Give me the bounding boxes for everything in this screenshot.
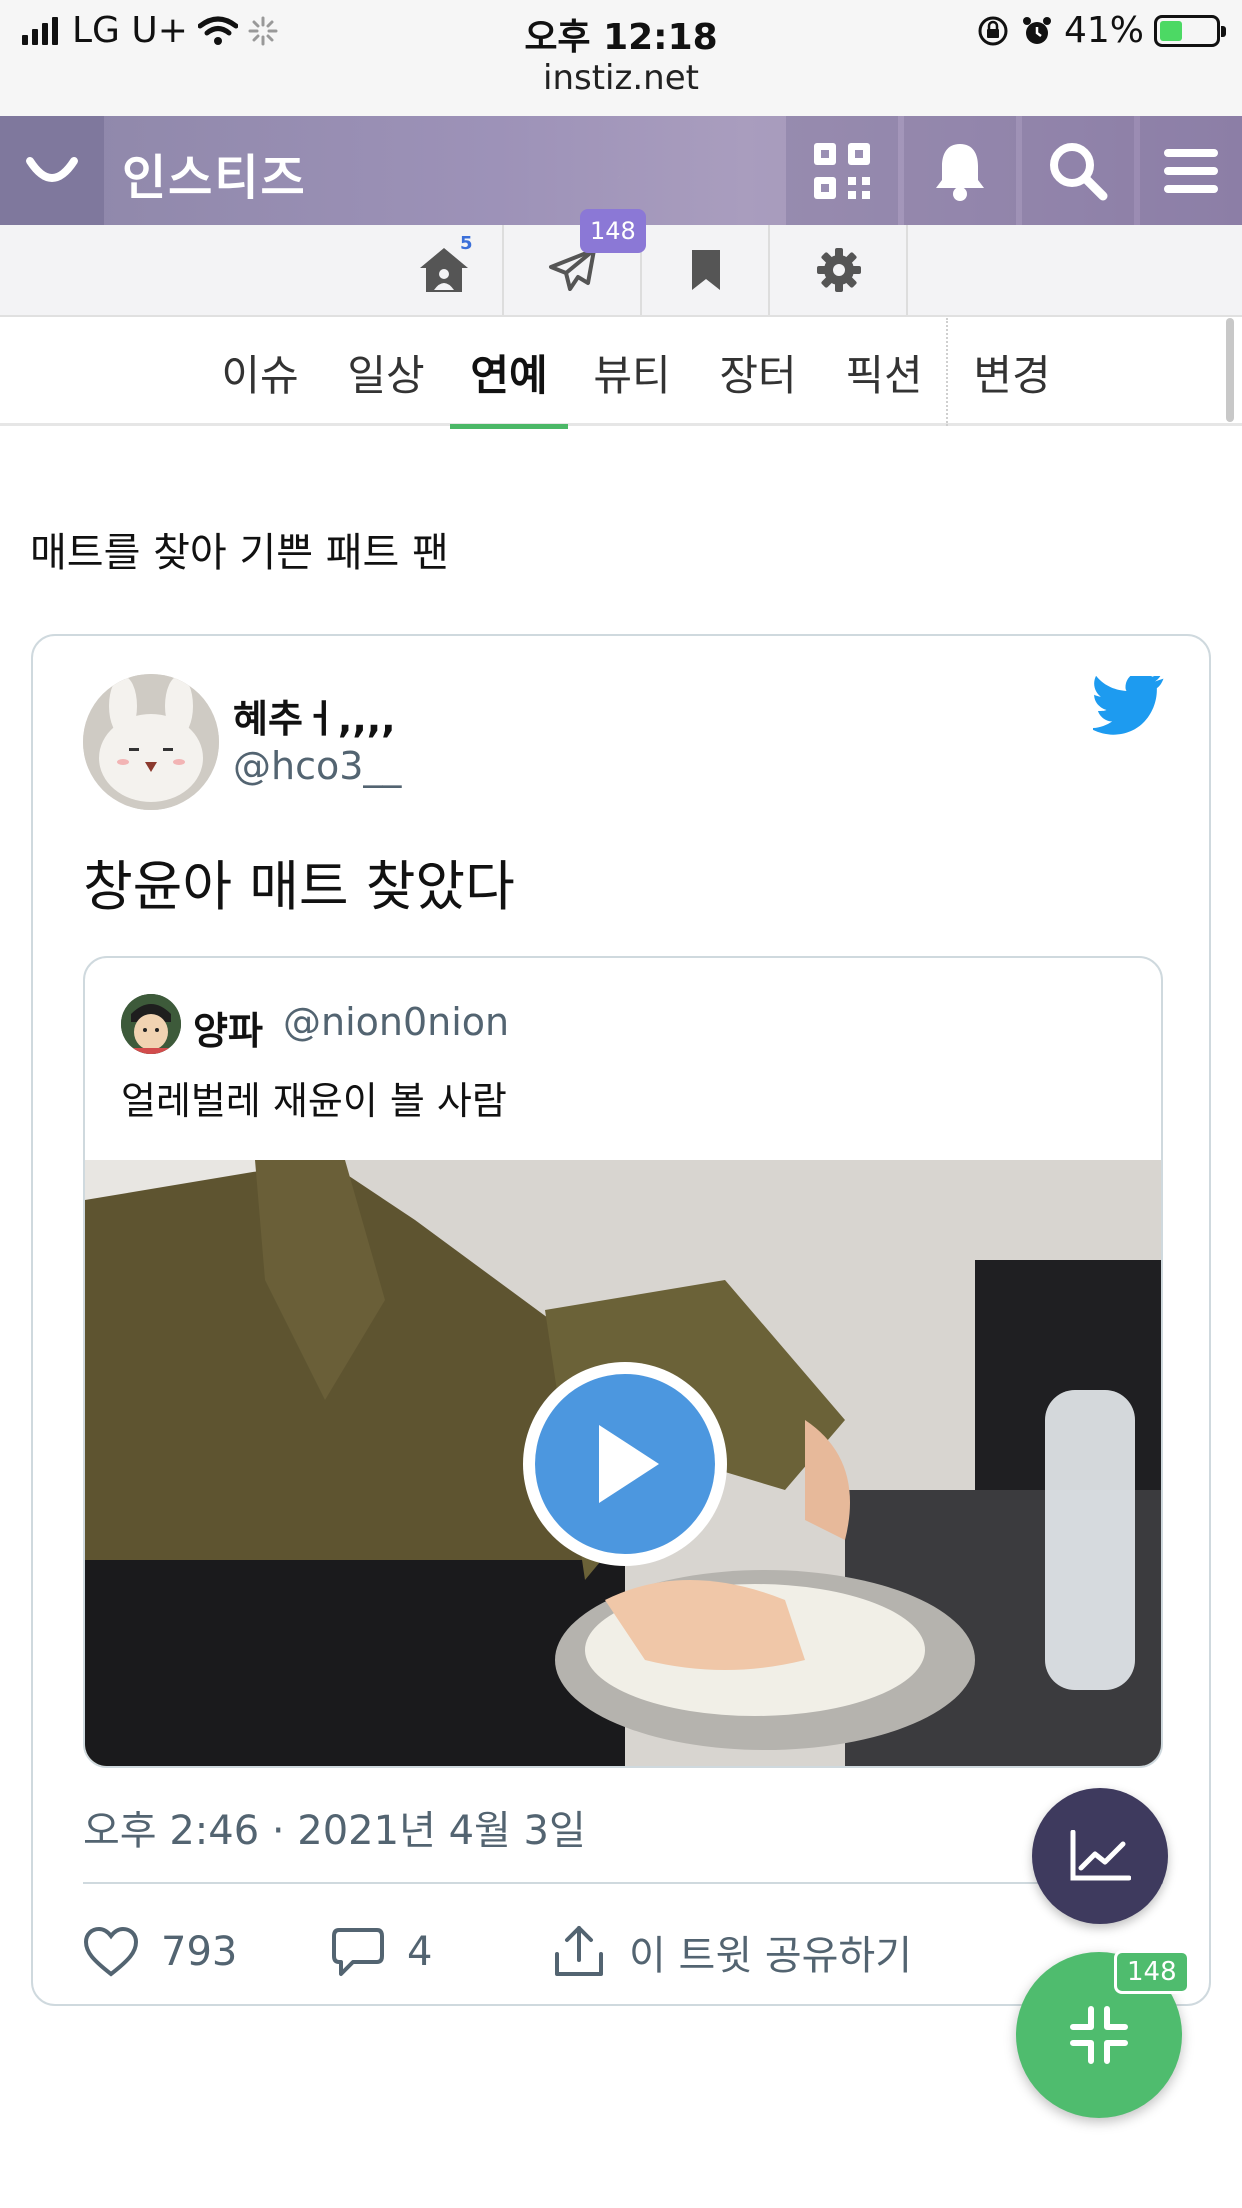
bookmark-icon bbox=[692, 250, 720, 290]
sub-toolbar: 5 148 bbox=[0, 209, 1242, 317]
notifications-button[interactable] bbox=[904, 116, 1016, 225]
trending-chart-icon bbox=[1070, 1830, 1131, 1881]
messages-button[interactable]: 148 bbox=[506, 209, 646, 315]
tweet-author-name[interactable]: 혜추ㅓ,,,, bbox=[233, 688, 396, 743]
play-icon bbox=[535, 1374, 715, 1554]
tweet-timestamp[interactable]: 오후 2:46 · 2021년 4월 3일 bbox=[83, 1798, 586, 1856]
like-count: 793 bbox=[161, 1929, 238, 1975]
collapse-arrows-icon bbox=[1070, 2006, 1128, 2064]
menu-button[interactable] bbox=[1140, 116, 1242, 225]
post-title: 매트를 찾아 기쁜 패트 팬 bbox=[30, 530, 449, 576]
settings-button[interactable] bbox=[772, 225, 908, 315]
status-bar: LG U+ 오후 12:18 instiz.net 41% bbox=[0, 0, 1242, 116]
qr-code-icon bbox=[814, 142, 870, 199]
tab-daily[interactable]: 일상 bbox=[334, 318, 438, 426]
tab-market[interactable]: 장터 bbox=[706, 318, 810, 426]
quote-author-handle[interactable]: @nion0nion bbox=[283, 1000, 509, 1044]
search-button[interactable] bbox=[1022, 116, 1134, 225]
messages-badge: 148 bbox=[580, 209, 646, 253]
avatar[interactable] bbox=[83, 674, 219, 810]
moon-decoration-icon bbox=[600, 156, 624, 182]
reply-button[interactable]: 4 bbox=[331, 1912, 432, 1992]
tab-entertainment[interactable]: 연예 bbox=[450, 318, 568, 429]
share-label: 이 트윗 공유하기 bbox=[629, 1933, 913, 1979]
heart-icon bbox=[83, 1926, 139, 1977]
tabs-scrollbar[interactable] bbox=[1226, 318, 1234, 422]
quote-text: 얼레벌레 재윤이 볼 사람 bbox=[121, 1079, 507, 1123]
twitter-bird-icon[interactable] bbox=[1093, 676, 1165, 736]
alarm-icon bbox=[1022, 16, 1051, 44]
url-label[interactable]: instiz.net bbox=[0, 58, 1242, 98]
home-button[interactable]: 5 bbox=[386, 225, 504, 315]
quote-avatar[interactable] bbox=[121, 994, 181, 1054]
stats-button[interactable] bbox=[1032, 1788, 1168, 1924]
divider bbox=[83, 1882, 1163, 1884]
qr-code-button[interactable] bbox=[786, 116, 898, 225]
bell-icon bbox=[936, 143, 984, 201]
loading-icon[interactable] bbox=[0, 116, 104, 225]
embedded-tweet[interactable]: 혜추ㅓ,,,, @hco3__ 창윤아 매트 찾았다 양파 @nion0nion… bbox=[31, 634, 1211, 2006]
quote-author-name[interactable]: 양파 bbox=[193, 1000, 263, 1055]
tab-beauty[interactable]: 뷰티 bbox=[580, 318, 684, 426]
category-tabs: 이슈 일상 연예 뷰티 장터 픽션 변경 bbox=[0, 318, 1242, 429]
tab-fiction[interactable]: 픽션 bbox=[832, 318, 936, 426]
play-button[interactable] bbox=[523, 1362, 727, 1566]
site-logo[interactable]: 인스티즈 bbox=[122, 138, 307, 208]
share-icon bbox=[555, 1926, 603, 1976]
status-right: 41% bbox=[976, 10, 1226, 51]
battery-fill bbox=[1160, 20, 1183, 41]
tweet-actions: 793 4 이 트윗 공유하기 bbox=[83, 1912, 1163, 1992]
fab-badge: 148 bbox=[1114, 1950, 1190, 1994]
search-icon bbox=[1050, 142, 1108, 200]
paper-plane-icon bbox=[549, 248, 596, 291]
like-button[interactable]: 793 bbox=[83, 1912, 237, 1992]
tab-divider bbox=[946, 318, 948, 426]
tweet-text: 창윤아 매트 찾았다 bbox=[83, 855, 515, 918]
home-count: 5 bbox=[460, 233, 473, 254]
page: LG U+ 오후 12:18 instiz.net 41% 인스티즈 5 148… bbox=[0, 0, 1242, 2208]
quoted-tweet[interactable]: 양파 @nion0nion 얼레벌레 재윤이 볼 사람 bbox=[83, 956, 1163, 1768]
bookmark-button[interactable] bbox=[644, 225, 770, 315]
battery-percent: 41% bbox=[1063, 10, 1144, 51]
tab-issue[interactable]: 이슈 bbox=[208, 318, 312, 426]
tweet-author-handle[interactable]: @hco3__ bbox=[233, 744, 401, 788]
reply-bubble-icon bbox=[332, 1928, 384, 1976]
video-thumbnail[interactable] bbox=[85, 1160, 1161, 1766]
share-tweet-button[interactable]: 이 트윗 공유하기 bbox=[551, 1912, 912, 1992]
reply-count: 4 bbox=[407, 1929, 433, 1975]
menu-icon bbox=[1164, 148, 1218, 193]
battery-icon bbox=[1154, 14, 1226, 47]
tab-change[interactable]: 변경 bbox=[960, 318, 1064, 426]
rotation-lock-icon bbox=[978, 16, 1008, 45]
gear-icon bbox=[817, 248, 861, 292]
